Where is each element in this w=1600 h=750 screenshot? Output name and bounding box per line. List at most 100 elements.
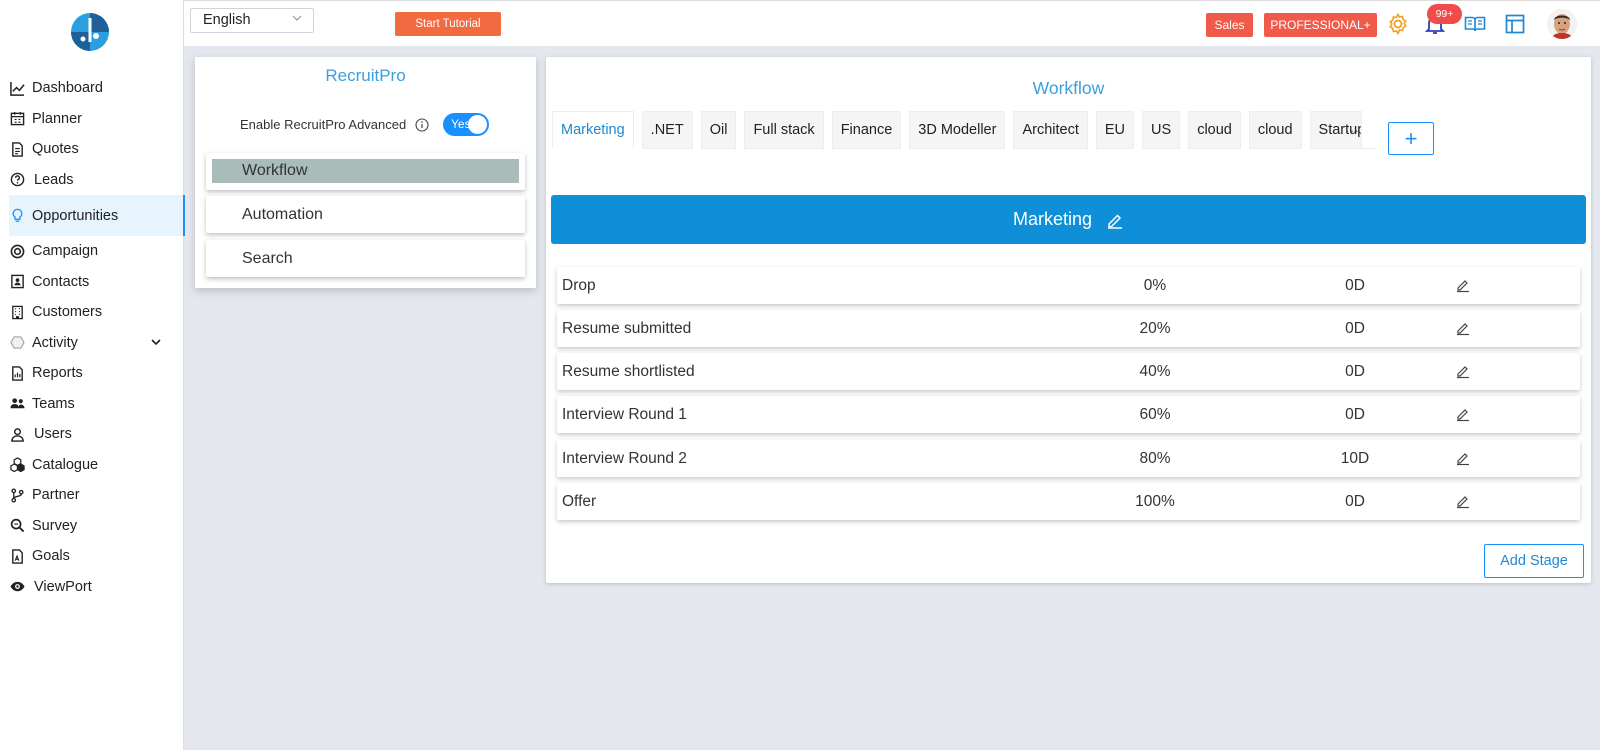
hexagon-icon	[9, 335, 25, 351]
sidebar-item-quotes[interactable]: Quotes	[0, 134, 184, 165]
stage-days: 0D	[1345, 320, 1365, 337]
cubes-icon	[9, 457, 25, 473]
search-doc-icon	[9, 518, 25, 534]
user-avatar[interactable]	[1547, 9, 1577, 39]
gear-icon[interactable]	[1387, 12, 1409, 36]
workflow-panel: Workflow Marketing .NET Oil Full stack F…	[546, 57, 1591, 583]
language-value: English	[203, 12, 251, 28]
sidebar-item-leads[interactable]: Leads	[0, 165, 184, 196]
recruitpro-menu-automation[interactable]: Automation	[206, 196, 525, 233]
goal-doc-icon	[9, 548, 25, 564]
tab-us[interactable]: US	[1142, 111, 1181, 149]
edit-icon[interactable]	[1455, 450, 1471, 466]
sidebar-item-label: Dashboard	[32, 80, 103, 97]
stage-percent: 100%	[1135, 493, 1175, 510]
stage-name: Interview Round 2	[562, 450, 687, 467]
app-logo[interactable]	[70, 12, 110, 52]
stage-name: Resume submitted	[562, 320, 692, 337]
sidebar-item-reports[interactable]: Reports	[0, 358, 184, 389]
recruitpro-menu-search[interactable]: Search	[206, 240, 525, 277]
add-stage-button[interactable]: Add Stage	[1484, 544, 1584, 578]
stage-row: Interview Round 2 80% 10D	[557, 440, 1580, 477]
tab-cloud[interactable]: cloud	[1188, 111, 1241, 149]
recruitpro-title: RecruitPro	[325, 66, 406, 85]
lightbulb-icon	[9, 208, 25, 224]
sales-badge-button[interactable]: Sales	[1206, 13, 1253, 37]
enable-advanced-label: Enable RecruitPro Advanced	[240, 117, 407, 132]
notification-count-badge: 99+	[1427, 4, 1462, 24]
stage-row: Interview Round 1 60% 0D	[557, 396, 1580, 433]
stage-percent: 80%	[1139, 450, 1171, 467]
edit-icon[interactable]	[1455, 363, 1471, 379]
stage-row: Resume submitted 20% 0D	[557, 310, 1580, 347]
tab-finance[interactable]: Finance	[831, 111, 902, 149]
workflow-header-title: Marketing	[1012, 209, 1093, 229]
sidebar-item-label: ViewPort	[34, 578, 92, 595]
sidebar-item-teams[interactable]: Teams	[0, 389, 184, 420]
contact-card-icon	[9, 274, 25, 290]
report-icon	[9, 365, 25, 381]
workflow-tabs: Marketing .NET Oil Full stack Finance 3D…	[552, 111, 1362, 149]
sidebar-item-opportunities[interactable]: Opportunities	[9, 195, 185, 236]
line-chart-icon	[9, 80, 25, 96]
tab-dotnet[interactable]: .NET	[641, 111, 693, 149]
add-workflow-button[interactable]: +	[1388, 122, 1434, 155]
sidebar-item-activity[interactable]: Activity	[0, 328, 184, 359]
info-icon[interactable]	[415, 117, 429, 132]
sidebar-item-dashboard[interactable]: Dashboard	[0, 73, 184, 104]
stage-percent: 0%	[1143, 277, 1167, 294]
sidebar-item-label: Leads	[34, 171, 74, 188]
tab-eu[interactable]: EU	[1095, 111, 1135, 149]
sidebar-item-viewport[interactable]: ViewPort	[0, 572, 184, 603]
edit-icon[interactable]	[1455, 277, 1471, 293]
sidebar-item-survey[interactable]: Survey	[0, 511, 184, 542]
enable-advanced-toggle[interactable]: Yes	[443, 113, 489, 136]
sidebar-item-contacts[interactable]: Contacts	[0, 267, 184, 298]
layout-icon[interactable]	[1504, 13, 1526, 35]
edit-icon[interactable]	[1455, 320, 1471, 336]
edit-icon[interactable]	[1455, 406, 1471, 422]
stage-name: Offer	[562, 493, 597, 510]
sidebar-item-label: Survey	[32, 517, 78, 534]
sidebar-item-catalogue[interactable]: Catalogue	[0, 450, 184, 481]
tab-oil[interactable]: Oil	[700, 111, 737, 149]
tab-marketing[interactable]: Marketing	[552, 111, 634, 149]
workflow-title: Workflow	[1032, 78, 1105, 98]
sidebar-item-partner[interactable]: Partner	[0, 480, 184, 511]
sidebar-item-label: Activity	[32, 334, 78, 351]
edit-icon[interactable]	[1106, 211, 1124, 229]
sidebar-item-label: Contacts	[32, 273, 90, 290]
start-tutorial-button[interactable]: Start Tutorial	[395, 12, 501, 36]
menu-item-label: Automation	[242, 205, 323, 223]
tab-full-stack[interactable]: Full stack	[744, 111, 824, 149]
edit-icon[interactable]	[1455, 493, 1471, 509]
book-icon[interactable]	[1464, 13, 1486, 35]
plan-badge-button[interactable]: PROFESSIONAL+	[1264, 13, 1377, 37]
sidebar-item-label: Quotes	[32, 141, 79, 158]
workflow-header: Marketing	[551, 195, 1586, 244]
tab-architect[interactable]: Architect	[1013, 111, 1088, 149]
sidebar-item-campaign[interactable]: Campaign	[0, 236, 184, 267]
stage-days: 0D	[1345, 406, 1365, 423]
sidebar-item-label: Planner	[32, 110, 82, 127]
sidebar-item-customers[interactable]: Customers	[0, 297, 184, 328]
chevron-down-icon[interactable]	[150, 336, 162, 352]
language-select[interactable]: English	[190, 8, 314, 33]
recruitpro-menu-workflow[interactable]: Workflow	[206, 153, 525, 190]
sidebar-item-goals[interactable]: Goals	[0, 541, 184, 572]
stage-name: Drop	[562, 277, 596, 294]
sidebar-item-users[interactable]: Users	[0, 419, 184, 450]
tabs-more-button[interactable]: ···	[1327, 111, 1377, 149]
sidebar-item-label: Reports	[32, 365, 83, 382]
stage-days: 0D	[1345, 493, 1365, 510]
enable-advanced-row: Enable RecruitPro Advanced	[240, 117, 429, 132]
stage-name: Interview Round 1	[562, 406, 687, 423]
stage-row: Offer 100% 0D	[557, 483, 1580, 520]
sidebar-item-planner[interactable]: Planner	[0, 104, 184, 135]
tab-cloud-2[interactable]: cloud	[1248, 111, 1302, 149]
stage-days: 0D	[1345, 363, 1365, 380]
sidebar-item-label: Opportunities	[32, 207, 119, 224]
sidebar-item-label: Teams	[32, 395, 75, 412]
tab-3d-modeller[interactable]: 3D Modeller	[909, 111, 1006, 149]
stage-percent: 60%	[1139, 406, 1171, 423]
